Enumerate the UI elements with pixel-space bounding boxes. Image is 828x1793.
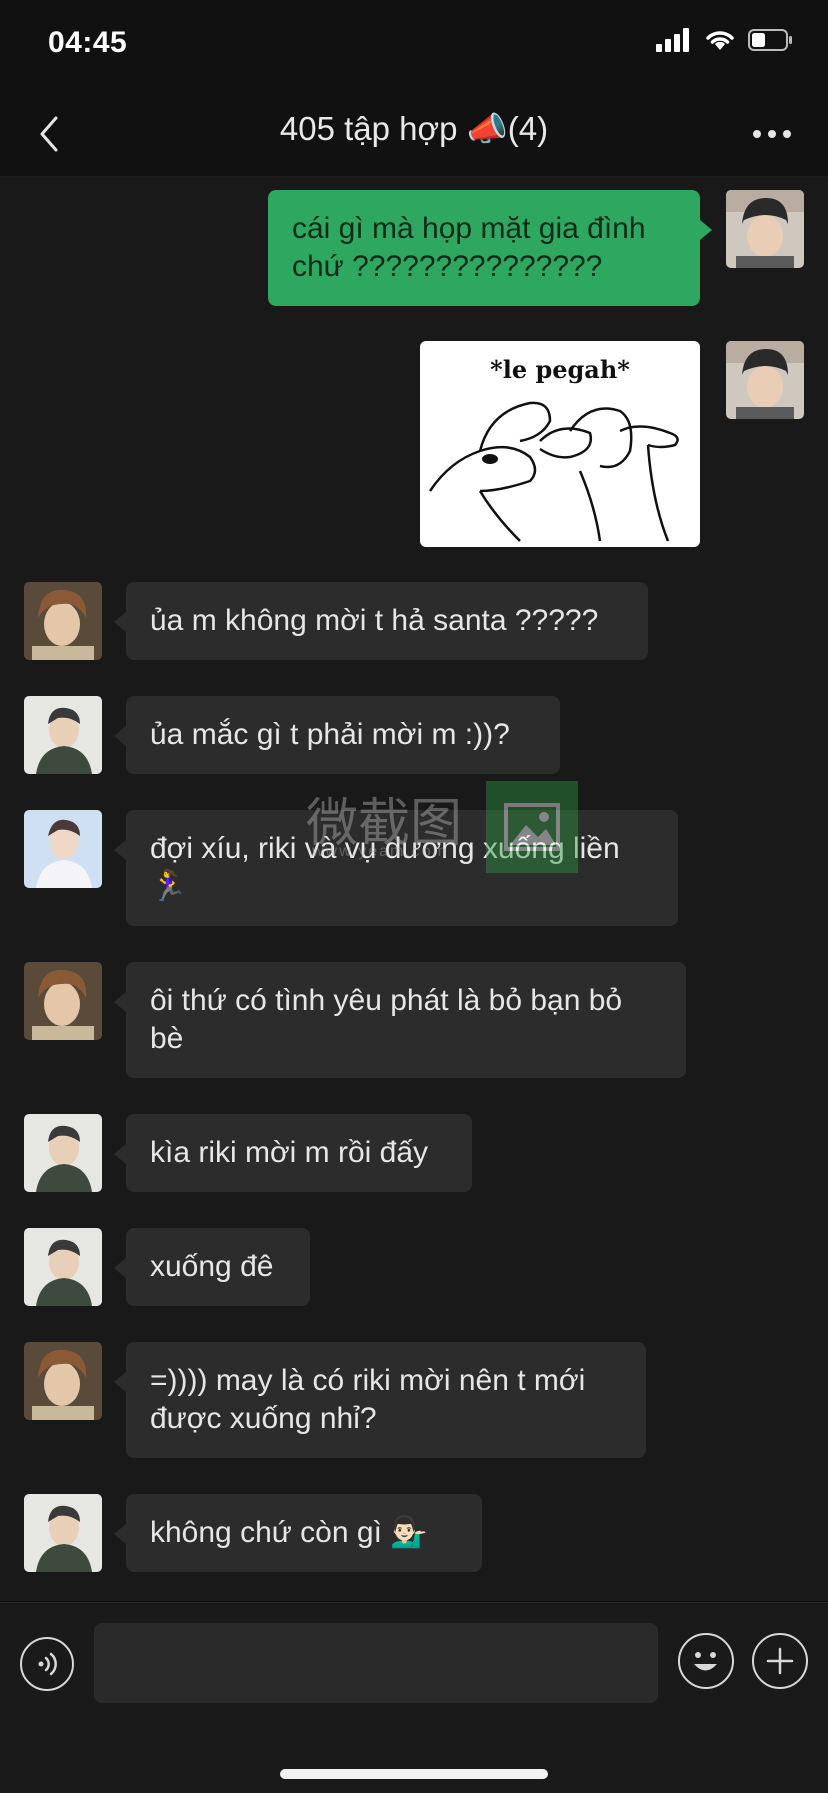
status-bar: 04:45 <box>0 0 828 92</box>
more-button[interactable] <box>744 112 800 156</box>
avatar-member-b[interactable] <box>24 1228 102 1306</box>
chat-area[interactable]: cái gì mà họp mặt gia đình chứ ?????????… <box>0 177 828 1601</box>
message-bubble[interactable]: ủa m không mời t hả santa ????? <box>114 582 648 660</box>
chat-title: 405 tập hợp 📣(4) <box>279 110 549 147</box>
home-indicator[interactable] <box>280 1769 548 1779</box>
message-bubble[interactable]: cái gì mà họp mặt gia đình chứ ?????????… <box>268 190 712 306</box>
status-icons <box>656 28 794 52</box>
message-bubble[interactable]: xuống đê <box>114 1228 310 1306</box>
emoji-button[interactable] <box>678 1633 734 1689</box>
emoji-icon <box>694 1652 717 1671</box>
wifi-icon <box>706 31 734 50</box>
more-dots-icon <box>753 130 791 138</box>
message-bubble[interactable]: ôi thứ có tình yêu phát là bỏ bạn bỏ bè <box>114 962 686 1078</box>
avatar-member-c[interactable] <box>24 810 102 888</box>
signal-icon <box>656 28 689 52</box>
message-input[interactable] <box>94 1623 658 1703</box>
message-bubble[interactable]: không chứ còn gì 💁🏻‍♂️ <box>114 1494 482 1572</box>
voice-icon <box>38 1652 57 1676</box>
sticker-image[interactable]: *le pegah* <box>420 341 700 547</box>
avatar-self[interactable] <box>726 341 804 419</box>
message-bubble[interactable]: =)))) may là có riki mời nên t mới được … <box>114 1342 646 1458</box>
nav-bar: 405 tập hợp 📣(4) <box>0 92 828 177</box>
input-bar <box>0 1602 828 1793</box>
plus-button[interactable] <box>752 1633 808 1689</box>
avatar-member-b[interactable] <box>24 1494 102 1572</box>
avatar-self[interactable] <box>726 190 804 268</box>
plus-icon <box>766 1647 794 1675</box>
voice-button[interactable] <box>20 1637 74 1691</box>
avatar-member-a[interactable] <box>24 582 102 660</box>
avatar-member-a[interactable] <box>24 962 102 1040</box>
message-bubble[interactable]: kìa riki mời m rồi đấy <box>114 1114 472 1192</box>
avatar-member-b[interactable] <box>24 696 102 774</box>
avatar-member-b[interactable] <box>24 1114 102 1192</box>
status-time: 04:45 <box>48 26 128 59</box>
message-bubble[interactable]: đợi xíu, riki và vụ dương xuống liền 🏃‍♀… <box>114 810 678 926</box>
battery-icon <box>748 29 792 51</box>
avatar-member-a[interactable] <box>24 1342 102 1420</box>
message-bubble[interactable]: ủa mắc gì t phải mời m :))? <box>114 696 560 774</box>
